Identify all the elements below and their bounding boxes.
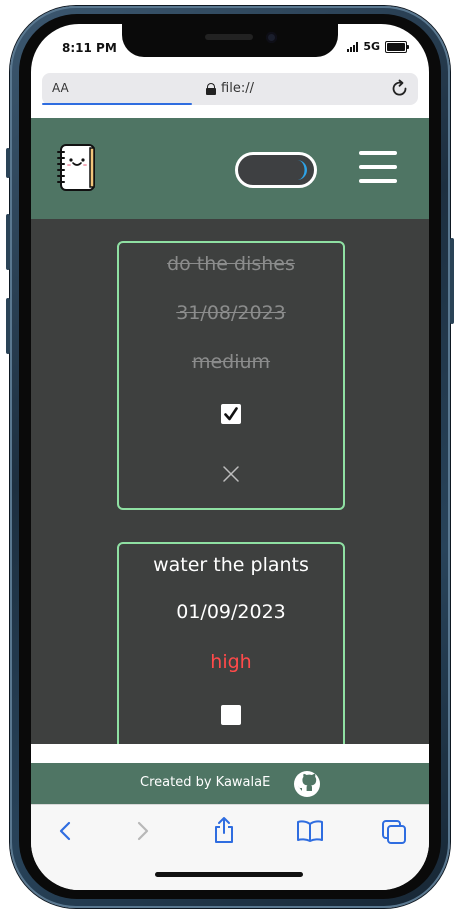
moon-icon [286,159,308,185]
reload-icon[interactable] [390,79,410,103]
chevron-right-icon[interactable] [135,819,151,847]
tabs-icon[interactable] [381,819,407,849]
phone-side-button [6,148,10,178]
battery-level [387,42,405,51]
phone-screen: 8:11 PM 5G AA file:// do the dishes 31/0… [31,24,429,890]
task-list: do the dishes 31/08/2023 medium water th… [31,219,429,744]
home-indicator[interactable] [155,872,303,877]
notebook-face-icon[interactable] [55,143,97,197]
phone-volume-up [6,214,10,270]
share-icon[interactable] [212,816,236,848]
task-complete-checkbox[interactable] [221,404,241,424]
task-priority: medium [191,351,271,373]
task-card: do the dishes 31/08/2023 medium [117,241,345,510]
task-complete-checkbox[interactable] [221,705,241,725]
url-display[interactable]: file:// [42,81,418,96]
lock-icon [206,82,217,95]
close-icon[interactable] [223,466,239,486]
task-name: do the dishes [167,253,295,275]
chevron-left-icon[interactable] [57,819,73,847]
page-load-progress [42,103,193,105]
browser-toolbar [31,804,429,890]
front-camera [266,32,277,43]
phone-volume-down [6,298,10,354]
battery-icon [385,40,409,53]
phone-power-button [450,238,454,324]
theme-toggle[interactable] [235,152,317,188]
check-icon [224,406,238,426]
book-icon[interactable] [296,819,324,847]
app-footer: Created by KawalaE [31,763,429,804]
task-name: water the plants [153,554,309,576]
speaker-grille [205,34,253,40]
task-date: 31/08/2023 [176,302,286,324]
hamburger-menu-icon[interactable] [359,151,397,183]
signal-icon [347,41,359,52]
network-type: 5G [363,40,380,53]
status-indicators: 5G [347,40,409,53]
github-icon[interactable] [293,770,321,802]
footer-credit: Created by KawalaE [140,775,271,790]
task-card: water the plants 01/09/2023 high [117,542,345,744]
url-text: file:// [221,81,254,96]
task-date: 01/09/2023 [176,601,286,623]
app-header [31,118,429,219]
task-priority: high [210,651,252,673]
address-bar[interactable]: AA file:// [42,73,418,105]
status-time: 8:11 PM [62,41,117,55]
notch [122,24,338,57]
